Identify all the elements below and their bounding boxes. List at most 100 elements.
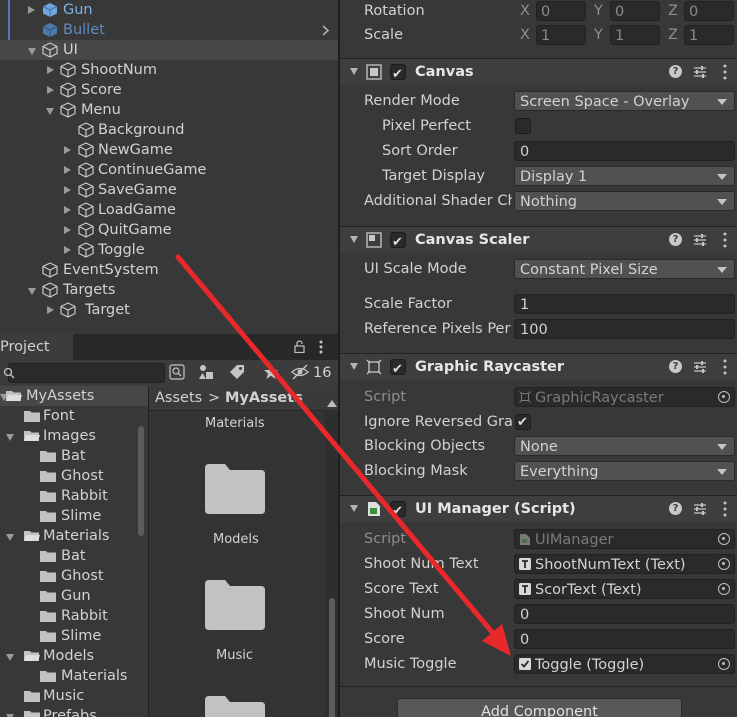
shoot-num-text-field[interactable]: ShootNumText (Text) xyxy=(514,554,735,574)
folder-models-materials[interactable]: Materials xyxy=(0,666,148,686)
hierarchy-item-savegame[interactable]: SaveGame xyxy=(0,180,338,200)
expand-arrow-icon[interactable] xyxy=(47,66,54,74)
folder-models[interactable]: Models xyxy=(0,646,148,666)
object-picker-icon[interactable] xyxy=(718,583,730,595)
search-input[interactable] xyxy=(3,363,165,383)
reference-pixels-field[interactable]: 100 xyxy=(514,319,735,339)
hierarchy-item-target[interactable]: Target xyxy=(0,300,338,320)
favorite-star-icon[interactable] xyxy=(262,363,280,381)
presets-sliders-icon[interactable] xyxy=(693,65,707,79)
folder-icon[interactable] xyxy=(205,696,265,717)
render-mode-dropdown[interactable]: Screen Space - Overlay xyxy=(514,91,735,111)
component-enabled-checkbox[interactable]: ✔ xyxy=(390,359,406,377)
asset-label[interactable]: Materials xyxy=(205,416,265,431)
pixel-perfect-checkbox[interactable] xyxy=(515,118,531,134)
folder-prefabs[interactable]: Prefabs xyxy=(0,706,148,717)
hierarchy-item-background[interactable]: Background xyxy=(0,120,338,140)
rotation-z-field[interactable]: 0 xyxy=(684,1,734,21)
hierarchy-item-score[interactable]: Score xyxy=(0,80,338,100)
folder-materials[interactable]: Materials xyxy=(0,526,148,546)
folder-materials-gun[interactable]: Gun xyxy=(0,586,148,606)
component-enabled-checkbox[interactable]: ✔ xyxy=(390,64,406,82)
axis-y-label[interactable]: Y xyxy=(594,0,603,22)
folder-images[interactable]: Images xyxy=(0,426,148,446)
collapse-arrow-icon[interactable] xyxy=(6,434,14,441)
expand-arrow-icon[interactable] xyxy=(47,86,54,94)
folder-music[interactable]: Music xyxy=(0,686,148,706)
canvas-scaler-component-header[interactable]: ✔ Canvas Scaler ? xyxy=(340,226,737,253)
folder-icon[interactable] xyxy=(205,580,265,630)
ignore-reversed-checkbox[interactable]: ✔ xyxy=(515,414,531,430)
folder-images-rabbit[interactable]: Rabbit xyxy=(0,486,148,506)
expand-arrow-icon[interactable] xyxy=(64,206,71,214)
kebab-menu-icon[interactable] xyxy=(723,64,727,80)
tab-project[interactable]: Project xyxy=(0,334,73,361)
blocking-objects-dropdown[interactable]: None xyxy=(514,436,735,456)
component-enabled-checkbox[interactable]: ✔ xyxy=(390,501,406,519)
hierarchy-item-quitgame[interactable]: QuitGame xyxy=(0,220,338,240)
expand-arrow-icon[interactable] xyxy=(64,166,71,174)
axis-x-label[interactable]: X xyxy=(520,24,530,46)
collapse-arrow-icon[interactable] xyxy=(6,654,14,661)
object-picker-icon[interactable] xyxy=(718,558,730,570)
folder-materials-rabbit[interactable]: Rabbit xyxy=(0,606,148,626)
asset-label[interactable]: Music xyxy=(216,648,253,663)
asset-scrollbar[interactable] xyxy=(325,400,338,717)
presets-sliders-icon[interactable] xyxy=(693,502,707,516)
hierarchy-item-newgame[interactable]: NewGame xyxy=(0,140,338,160)
collapse-arrow-icon[interactable] xyxy=(350,363,358,370)
target-display-dropdown[interactable]: Display 1 xyxy=(514,166,735,186)
hierarchy-item-shootnum[interactable]: ShootNum xyxy=(0,60,338,80)
graphic-raycaster-component-header[interactable]: ✔ Graphic Raycaster ? xyxy=(340,353,737,380)
hierarchy-item-menu[interactable]: Menu xyxy=(0,100,338,120)
axis-z-label[interactable]: Z xyxy=(668,24,678,46)
presets-sliders-icon[interactable] xyxy=(693,360,707,374)
score-text-field[interactable]: ScorText (Text) xyxy=(514,579,735,599)
scale-y-field[interactable]: 1 xyxy=(610,25,660,45)
kebab-menu-icon[interactable] xyxy=(319,340,323,354)
collapse-arrow-icon[interactable] xyxy=(6,534,14,541)
hierarchy-item-continuegame[interactable]: ContinueGame xyxy=(0,160,338,180)
lock-icon[interactable] xyxy=(294,340,305,353)
collapse-arrow-icon[interactable] xyxy=(46,108,54,115)
folder-materials-ghost[interactable]: Ghost xyxy=(0,566,148,586)
collapse-arrow-icon[interactable] xyxy=(28,288,36,295)
search-by-scene-icon[interactable] xyxy=(168,363,186,381)
folder-font[interactable]: Font xyxy=(0,406,148,426)
scale-factor-field[interactable]: 1 xyxy=(514,294,735,314)
expand-arrow-icon[interactable] xyxy=(64,226,71,234)
object-picker-icon[interactable] xyxy=(718,658,730,670)
folder-myassets[interactable]: MyAssets xyxy=(0,386,148,406)
help-icon[interactable]: ? xyxy=(669,502,682,515)
ui-scale-mode-dropdown[interactable]: Constant Pixel Size xyxy=(514,259,735,279)
axis-z-label[interactable]: Z xyxy=(668,0,678,22)
hierarchy-item-bullet[interactable]: Bullet xyxy=(0,20,338,40)
expand-arrow-icon[interactable] xyxy=(64,186,71,194)
hierarchy-item-ui[interactable]: UI xyxy=(0,40,338,60)
component-enabled-checkbox[interactable]: ✔ xyxy=(390,232,406,250)
scale-x-field[interactable]: 1 xyxy=(536,25,586,45)
tree-scrollbar-thumb[interactable] xyxy=(138,426,144,536)
expand-arrow-icon[interactable] xyxy=(28,6,35,14)
breadcrumb-current[interactable]: MyAssets xyxy=(225,386,303,410)
expand-arrow-icon[interactable] xyxy=(64,146,71,154)
axis-x-label[interactable]: X xyxy=(520,0,530,22)
collapse-arrow-icon[interactable] xyxy=(350,505,358,512)
folder-materials-slime[interactable]: Slime xyxy=(0,626,148,646)
chevron-right-icon[interactable] xyxy=(322,25,330,36)
collapse-arrow-icon[interactable] xyxy=(350,236,358,243)
hierarchy-item-toggle[interactable]: Toggle xyxy=(0,240,338,260)
scale-z-field[interactable]: 1 xyxy=(684,25,734,45)
kebab-menu-icon[interactable] xyxy=(723,501,727,517)
sort-order-field[interactable]: 0 xyxy=(514,141,735,161)
hierarchy-item-gun[interactable]: Gun xyxy=(0,0,338,20)
folder-materials-bat[interactable]: Bat xyxy=(0,546,148,566)
collapse-arrow-icon[interactable] xyxy=(28,48,36,55)
kebab-menu-icon[interactable] xyxy=(723,232,727,248)
hierarchy-item-targets[interactable]: Targets xyxy=(0,280,338,300)
canvas-component-header[interactable]: ✔ Canvas ? xyxy=(340,58,737,85)
axis-y-label[interactable]: Y xyxy=(594,24,603,46)
folder-icon[interactable] xyxy=(205,464,265,514)
hierarchy-item-eventsystem[interactable]: EventSystem xyxy=(0,260,338,280)
hierarchy-item-loadgame[interactable]: LoadGame xyxy=(0,200,338,220)
